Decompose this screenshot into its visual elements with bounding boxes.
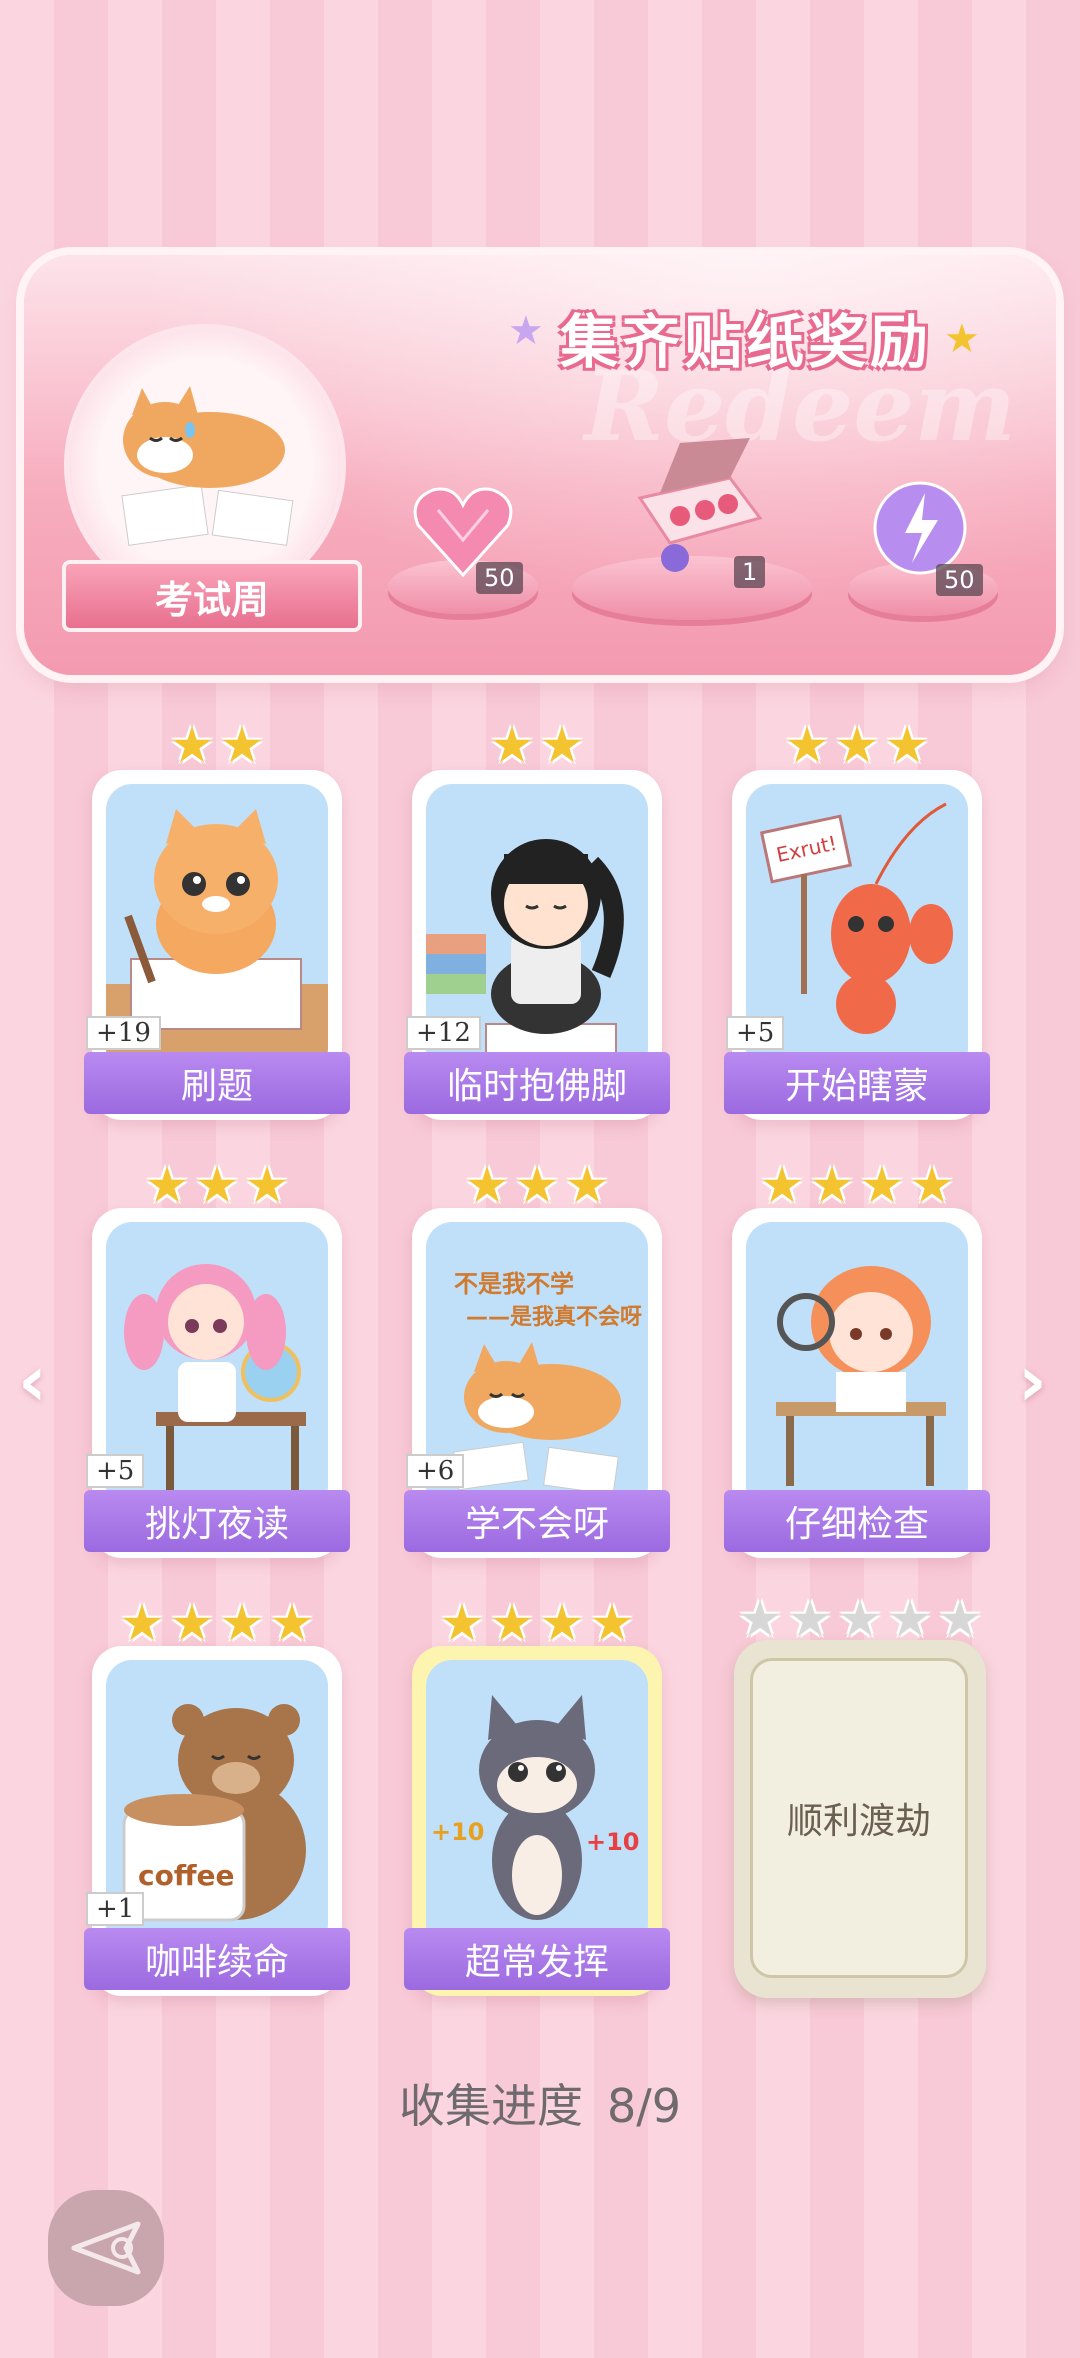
- card-3-label-bar: 开始瞎蒙: [724, 1052, 990, 1114]
- star-icon: ★: [169, 716, 215, 774]
- card-6-label-bar: 仔细检查: [724, 1490, 990, 1552]
- card-3-bonus: +5: [726, 1016, 785, 1050]
- star-icon: ★: [244, 1156, 290, 1214]
- card-7-label-bar: 咖啡续命: [84, 1928, 350, 1990]
- prev-page-arrow[interactable]: ‹: [18, 1340, 47, 1422]
- card-3-stars: ★ ★ ★: [732, 720, 982, 770]
- star-icon: ★: [489, 1594, 535, 1652]
- star-icon: ★: [539, 716, 585, 774]
- star-icon: ★: [564, 1156, 610, 1214]
- sticker-card-5[interactable]: 不是我不学 ——是我真不会呀 +6 学不会呀: [404, 1208, 670, 1558]
- card-3-label: 开始瞎蒙: [784, 1066, 929, 1107]
- star-icon: ★: [194, 1156, 240, 1214]
- reward-count-3: 50: [936, 564, 983, 596]
- card-6-art: [746, 1222, 968, 1512]
- next-page-arrow[interactable]: ›: [1018, 1340, 1047, 1422]
- reward-count-2: 1: [734, 556, 766, 588]
- sticker-card-locked[interactable]: 顺利渡劫: [734, 1640, 986, 1998]
- star-empty-icon: ★: [737, 1590, 783, 1648]
- star-icon: ★: [269, 1594, 315, 1652]
- card-5-label: 学不会呀: [464, 1504, 609, 1545]
- celebrate-bonus-right: +10: [586, 1828, 640, 1856]
- banner-title: 集齐贴纸奖励: [560, 308, 933, 376]
- theme-label: 考试周: [154, 577, 269, 622]
- star-gold-icon: ★: [944, 316, 980, 362]
- star-empty-icon: ★: [787, 1590, 833, 1648]
- sticker-card-1[interactable]: +19 刷题: [84, 770, 350, 1120]
- star-icon: ★: [489, 716, 535, 774]
- card-1-stars: ★ ★: [92, 720, 342, 770]
- reward-count-1: 50: [476, 562, 523, 594]
- star-icon: ★: [834, 716, 880, 774]
- sticker-card-3[interactable]: Exrut! +5 开始瞎蒙: [724, 770, 990, 1120]
- shiba-text-line-2: ——是我真不会呀: [466, 1304, 642, 1330]
- star-icon: ★: [144, 1156, 190, 1214]
- collection-progress: 收集进度 8/9: [0, 2070, 1080, 2136]
- card-4-bonus: +5: [86, 1454, 145, 1488]
- card-4-stars: ★ ★ ★: [92, 1160, 342, 1210]
- card-6-label: 仔细检查: [784, 1504, 929, 1545]
- card-5-stars: ★ ★ ★: [412, 1160, 662, 1210]
- progress-label: 收集进度: [398, 2079, 583, 2133]
- star-icon: ★: [759, 1156, 805, 1214]
- sticker-card-2[interactable]: +12 临时抱佛脚: [404, 770, 670, 1120]
- locked-card-label: 顺利渡劫: [786, 1801, 931, 1842]
- sticker-card-7[interactable]: coffee +1 咖啡续命: [84, 1646, 350, 1996]
- star-icon: ★: [464, 1156, 510, 1214]
- back-button[interactable]: [48, 2190, 164, 2306]
- star-empty-icon: ★: [887, 1590, 933, 1648]
- star-icon: ★: [589, 1594, 635, 1652]
- card-4-label-bar: 挑灯夜读: [84, 1490, 350, 1552]
- coffee-text: coffee: [138, 1859, 235, 1892]
- card-7-label: 咖啡续命: [144, 1942, 289, 1983]
- star-empty-icon: ★: [937, 1590, 983, 1648]
- card-5-bonus: +6: [406, 1454, 465, 1488]
- star-empty-icon: ★: [837, 1590, 883, 1648]
- card-5-label-bar: 学不会呀: [404, 1490, 670, 1552]
- card-2-bonus: +12: [406, 1016, 481, 1050]
- card-8-label-bar: 超常发挥: [404, 1928, 670, 1990]
- star-icon: ★: [809, 1156, 855, 1214]
- star-icon: ★: [909, 1156, 955, 1214]
- star-icon: ★: [859, 1156, 905, 1214]
- card-8-art: +10 +10: [426, 1660, 648, 1950]
- card-6-stars: ★ ★ ★ ★: [732, 1160, 982, 1210]
- star-icon: ★: [884, 716, 930, 774]
- card-7-bonus: +1: [86, 1892, 145, 1926]
- card-2-label-bar: 临时抱佛脚: [404, 1052, 670, 1114]
- sticker-card-4[interactable]: +5 挑灯夜读: [84, 1208, 350, 1558]
- progress-value: 8/9: [606, 2079, 682, 2133]
- star-icon: ★: [219, 716, 265, 774]
- card-1-bonus: +19: [86, 1016, 161, 1050]
- lightning-orb-icon: [873, 481, 967, 575]
- card-1-label-bar: 刷题: [84, 1052, 350, 1114]
- card-2-label: 临时抱佛脚: [446, 1066, 627, 1107]
- card-1-label: 刷题: [180, 1066, 253, 1107]
- star-icon: ★: [514, 1156, 560, 1214]
- locked-card-stars: ★ ★ ★ ★ ★: [734, 1594, 986, 1644]
- card-4-label: 挑灯夜读: [144, 1504, 289, 1545]
- star-icon: ★: [439, 1594, 485, 1652]
- theme-ribbon: 考试周: [62, 560, 362, 632]
- shiba-text-line-1: 不是我不学: [454, 1270, 574, 1298]
- sticker-card-6[interactable]: 仔细检查: [724, 1208, 990, 1558]
- card-7-stars: ★ ★ ★ ★: [92, 1598, 342, 1648]
- star-icon: ★: [784, 716, 830, 774]
- back-arrow-icon: [71, 2221, 141, 2275]
- sticker-card-8[interactable]: +10 +10 超常发挥: [404, 1646, 670, 1996]
- star-icon: ★: [119, 1594, 165, 1652]
- celebrate-bonus-left: +10: [431, 1818, 485, 1846]
- locked-card-inner: 顺利渡劫: [750, 1658, 968, 1978]
- card-8-label: 超常发挥: [464, 1942, 609, 1983]
- star-icon: ★: [219, 1594, 265, 1652]
- star-purple-icon: ★: [508, 308, 544, 354]
- star-icon: ★: [539, 1594, 585, 1652]
- card-2-stars: ★ ★: [412, 720, 662, 770]
- card-8-stars: ★ ★ ★ ★: [412, 1598, 662, 1648]
- star-icon: ★: [169, 1594, 215, 1652]
